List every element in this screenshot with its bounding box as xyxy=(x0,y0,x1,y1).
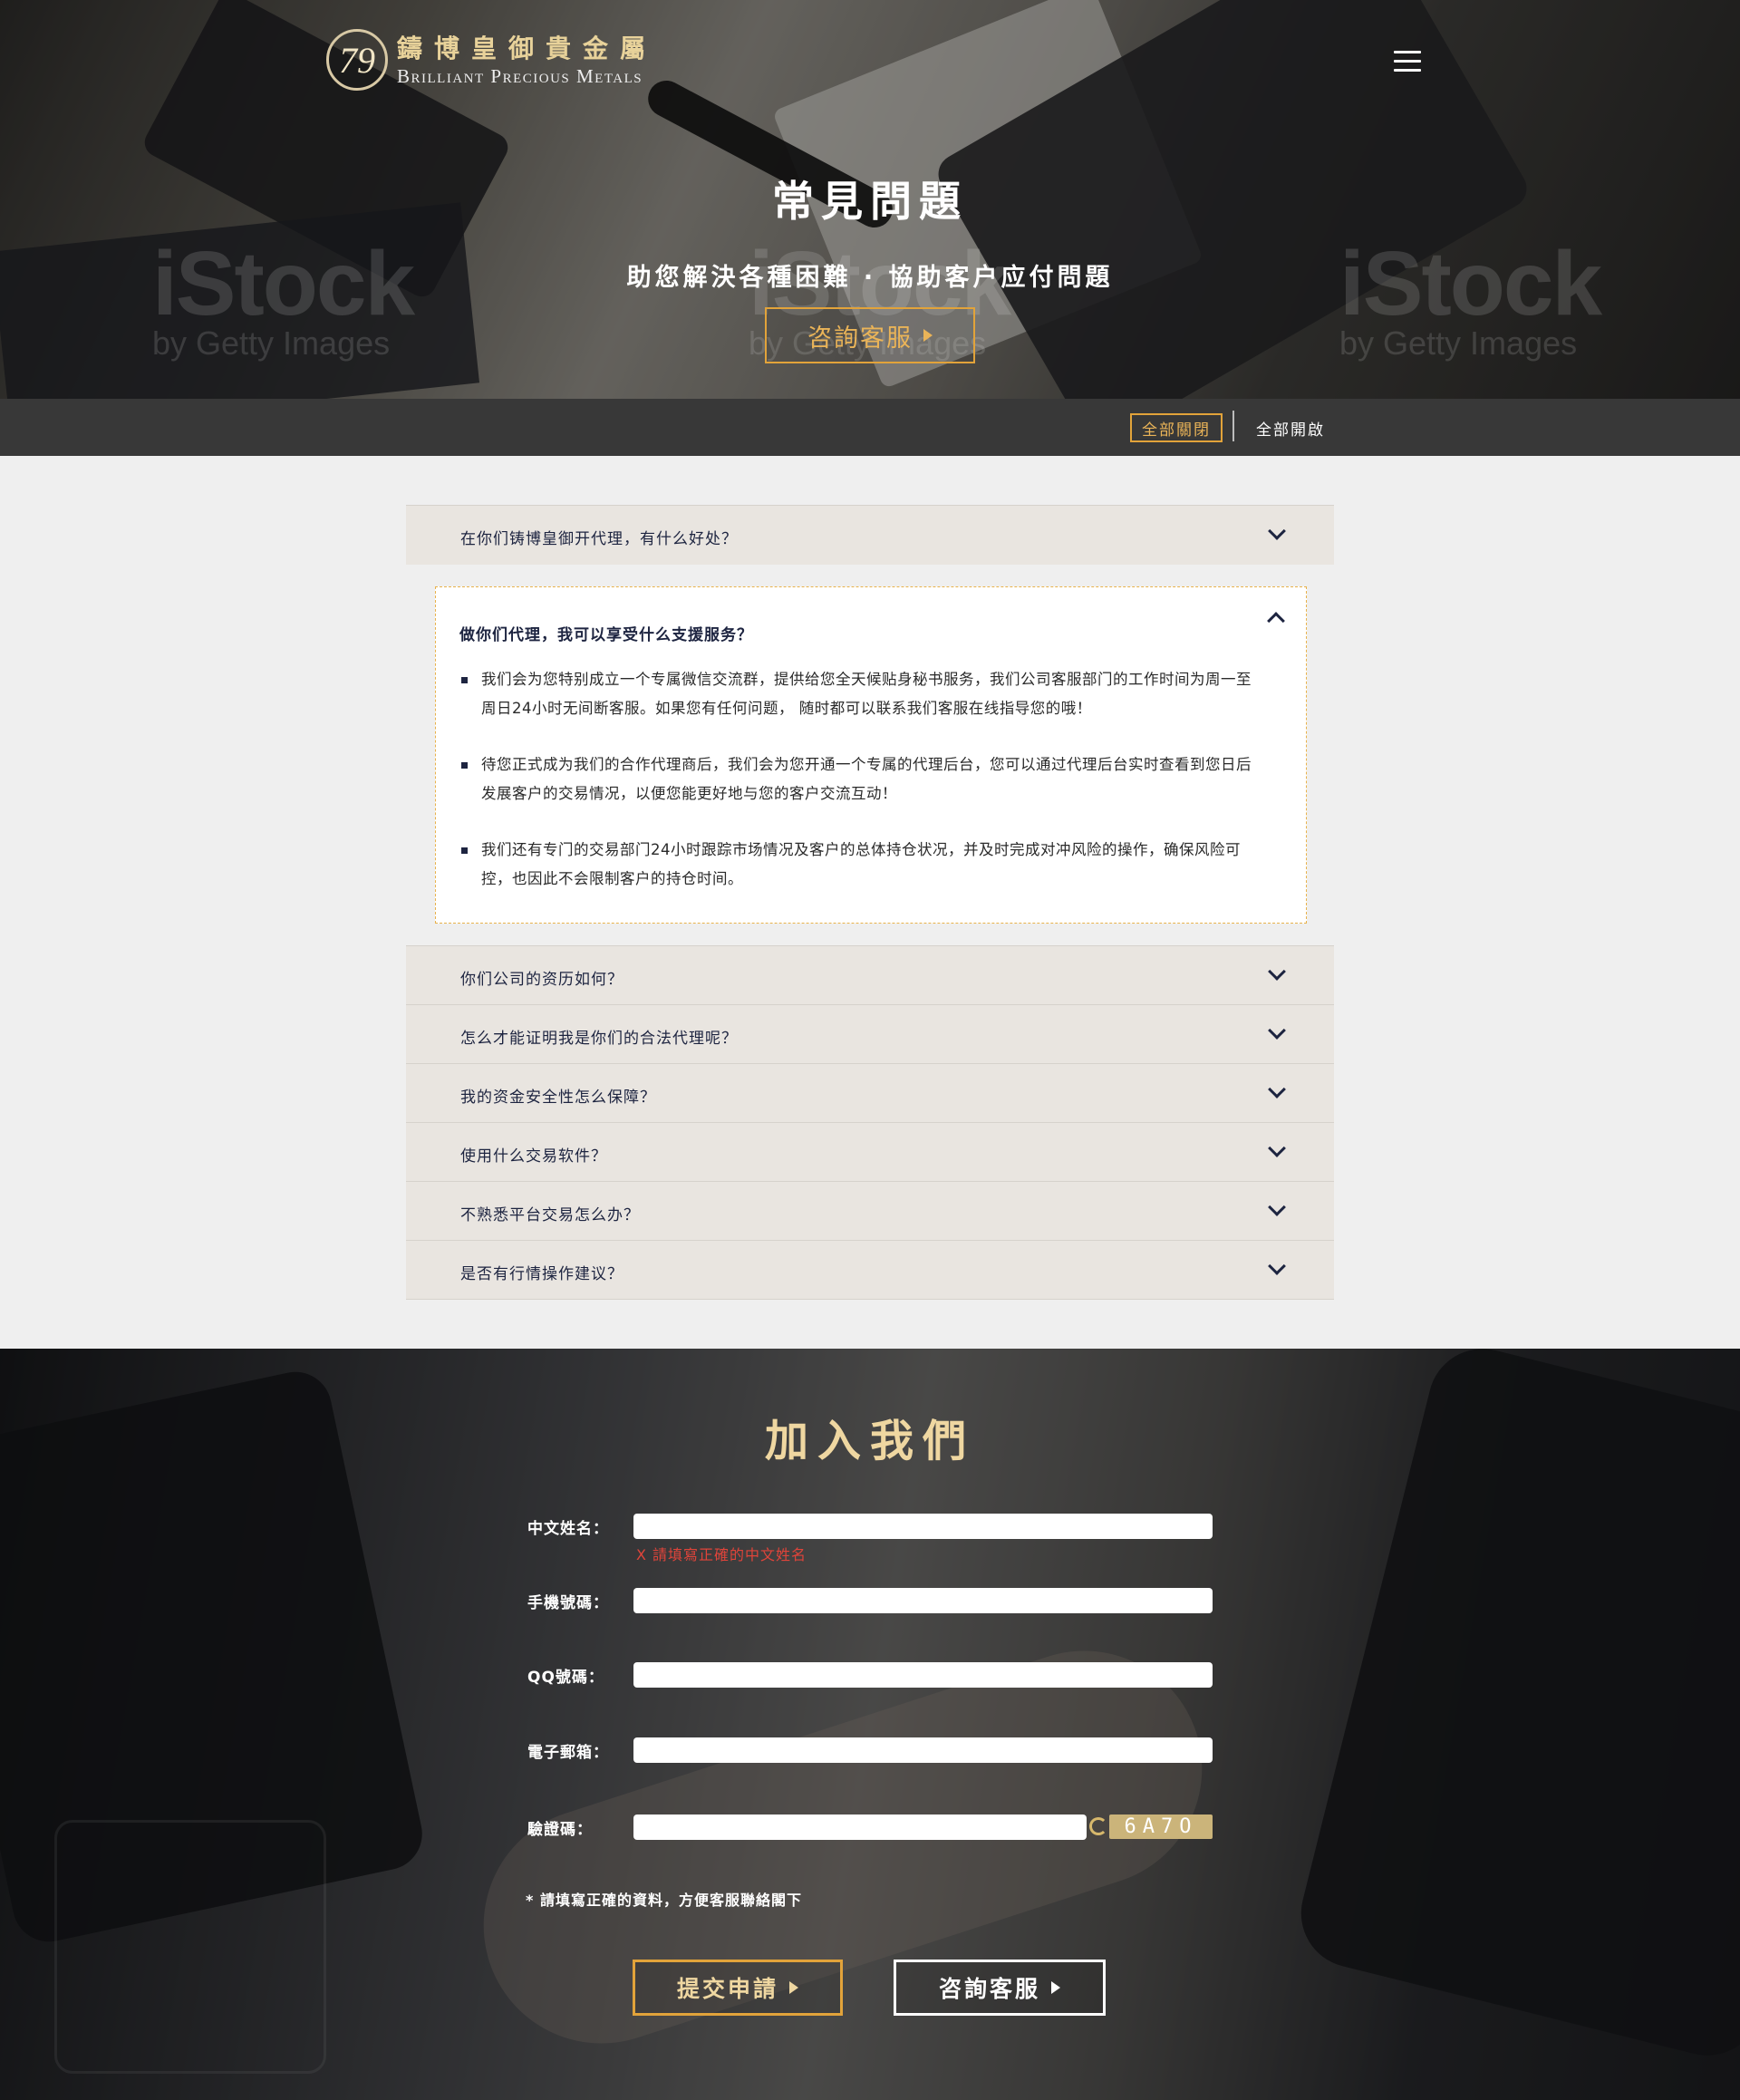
logo-text: 鑄博皇御貴金屬 Brilliant Precious Metals xyxy=(397,33,657,87)
brand-name-en: Brilliant Precious Metals xyxy=(397,65,643,87)
play-arrow-icon xyxy=(923,329,933,342)
faq-item-expanded[interactable]: 做你们代理，我可以享受什么支援服务？ 我们会为您特别成立一个专属微信交流群，提供… xyxy=(435,586,1307,924)
faq-answer: 我们会为您特别成立一个专属微信交流群，提供给您全天候贴身秘书服务，我们公司客服部… xyxy=(459,665,1266,723)
faq-question: 在你们铸博皇御开代理，有什么好处？ xyxy=(460,530,738,548)
faq-item[interactable]: 我的资金安全性怎么保障？ xyxy=(406,1063,1334,1123)
phone-input[interactable] xyxy=(633,1588,1213,1613)
refresh-icon[interactable] xyxy=(1089,1817,1107,1835)
faq-section: 在你们铸博皇御开代理，有什么好处？ 做你们代理，我可以享受什么支援服务？ 我们会… xyxy=(0,456,1740,1349)
toolbar-divider xyxy=(1232,411,1234,441)
submit-button[interactable]: 提交申請 xyxy=(633,1960,843,2016)
captcha-label: 驗證碼： xyxy=(527,1821,593,1839)
faq-item[interactable]: 怎么才能证明我是你们的合法代理呢？ xyxy=(406,1004,1334,1064)
email-label: 電子郵箱： xyxy=(527,1744,609,1762)
qq-label: QQ號碼： xyxy=(527,1669,604,1687)
menu-icon[interactable] xyxy=(1394,51,1421,73)
email-input[interactable] xyxy=(633,1737,1213,1763)
chevron-up-icon xyxy=(1267,612,1285,630)
logo-emblem: 79 xyxy=(326,29,388,91)
faq-question: 怎么才能证明我是你们的合法代理呢？ xyxy=(460,1030,738,1048)
chevron-down-icon xyxy=(1268,522,1286,540)
chevron-down-icon xyxy=(1268,1021,1286,1040)
faq-item[interactable]: 使用什么交易软件？ xyxy=(406,1122,1334,1182)
brand-name-cn: 鑄博皇御貴金屬 xyxy=(397,34,658,63)
submit-label: 提交申請 xyxy=(676,1976,778,2002)
captcha-image[interactable]: 6A7O xyxy=(1109,1815,1213,1839)
brand-logo[interactable]: 79 鑄博皇御貴金屬 Brilliant Precious Metals xyxy=(326,27,657,92)
consult-label: 咨詢客服 xyxy=(938,1976,1040,2002)
captcha-input[interactable] xyxy=(633,1815,1087,1840)
name-input[interactable] xyxy=(633,1514,1213,1539)
qq-input[interactable] xyxy=(633,1662,1213,1688)
faq-question: 做你们代理，我可以享受什么支援服务？ xyxy=(459,626,753,644)
name-error: X 請填寫正確的中文姓名 xyxy=(636,1546,807,1563)
faq-item[interactable]: 不熟悉平台交易怎么办？ xyxy=(406,1181,1334,1241)
faq-question: 是否有行情操作建议？ xyxy=(460,1265,624,1283)
form-note: * 請填寫正確的資料，方便客服聯絡閣下 xyxy=(526,1892,802,1909)
faq-answer-list: 我们会为您特别成立一个专属微信交流群，提供给您全天候贴身秘书服务，我们公司客服部… xyxy=(459,665,1266,921)
faq-item[interactable]: 是否有行情操作建议？ xyxy=(406,1240,1334,1300)
join-title: 加入我們 xyxy=(764,1416,975,1466)
chevron-down-icon xyxy=(1268,1198,1286,1216)
faq-question: 你们公司的资历如何？ xyxy=(460,971,624,989)
faq-toolbar: 全部關閉 全部開啟 xyxy=(0,399,1740,456)
hero-banner: iStock by Getty Images iStock by Getty Ima… xyxy=(0,0,1740,399)
name-label: 中文姓名： xyxy=(527,1520,609,1538)
phone-label: 手機號碼： xyxy=(527,1594,609,1612)
play-arrow-icon xyxy=(1051,1981,1060,1994)
hero-consult-label: 咨詢客服 xyxy=(807,324,913,353)
chevron-down-icon xyxy=(1268,1139,1286,1157)
page-subtitle: 助您解決各種困難 · 協助客户应付問題 xyxy=(626,264,1114,292)
consult-button[interactable]: 咨詢客服 xyxy=(894,1960,1106,2016)
faq-item[interactable]: 在你们铸博皇御开代理，有什么好处？ xyxy=(406,505,1334,565)
collapse-all-button[interactable]: 全部關閉 xyxy=(1130,413,1223,442)
chevron-down-icon xyxy=(1268,1080,1286,1098)
hero-consult-button[interactable]: 咨詢客服 xyxy=(765,307,975,363)
faq-answer: 待您正式成为我们的合作代理商后，我们会为您开通一个专属的代理后台，您可以通过代理… xyxy=(459,750,1266,808)
chevron-down-icon xyxy=(1268,963,1286,981)
expand-all-button[interactable]: 全部開啟 xyxy=(1245,413,1336,442)
play-arrow-icon xyxy=(789,1981,798,1994)
page-title: 常見問題 xyxy=(772,177,968,226)
faq-question: 不熟悉平台交易怎么办？ xyxy=(460,1206,640,1224)
faq-answer: 我们还有专门的交易部门24小时跟踪市场情况及客户的总体持仓状况，并及时完成对冲风… xyxy=(459,836,1266,894)
chevron-down-icon xyxy=(1268,1257,1286,1275)
join-section: 加入我們 xyxy=(0,1349,1740,2100)
faq-question: 使用什么交易软件？ xyxy=(460,1147,607,1166)
faq-question: 我的资金安全性怎么保障？ xyxy=(460,1089,656,1107)
faq-item[interactable]: 你们公司的资历如何？ xyxy=(406,945,1334,1005)
